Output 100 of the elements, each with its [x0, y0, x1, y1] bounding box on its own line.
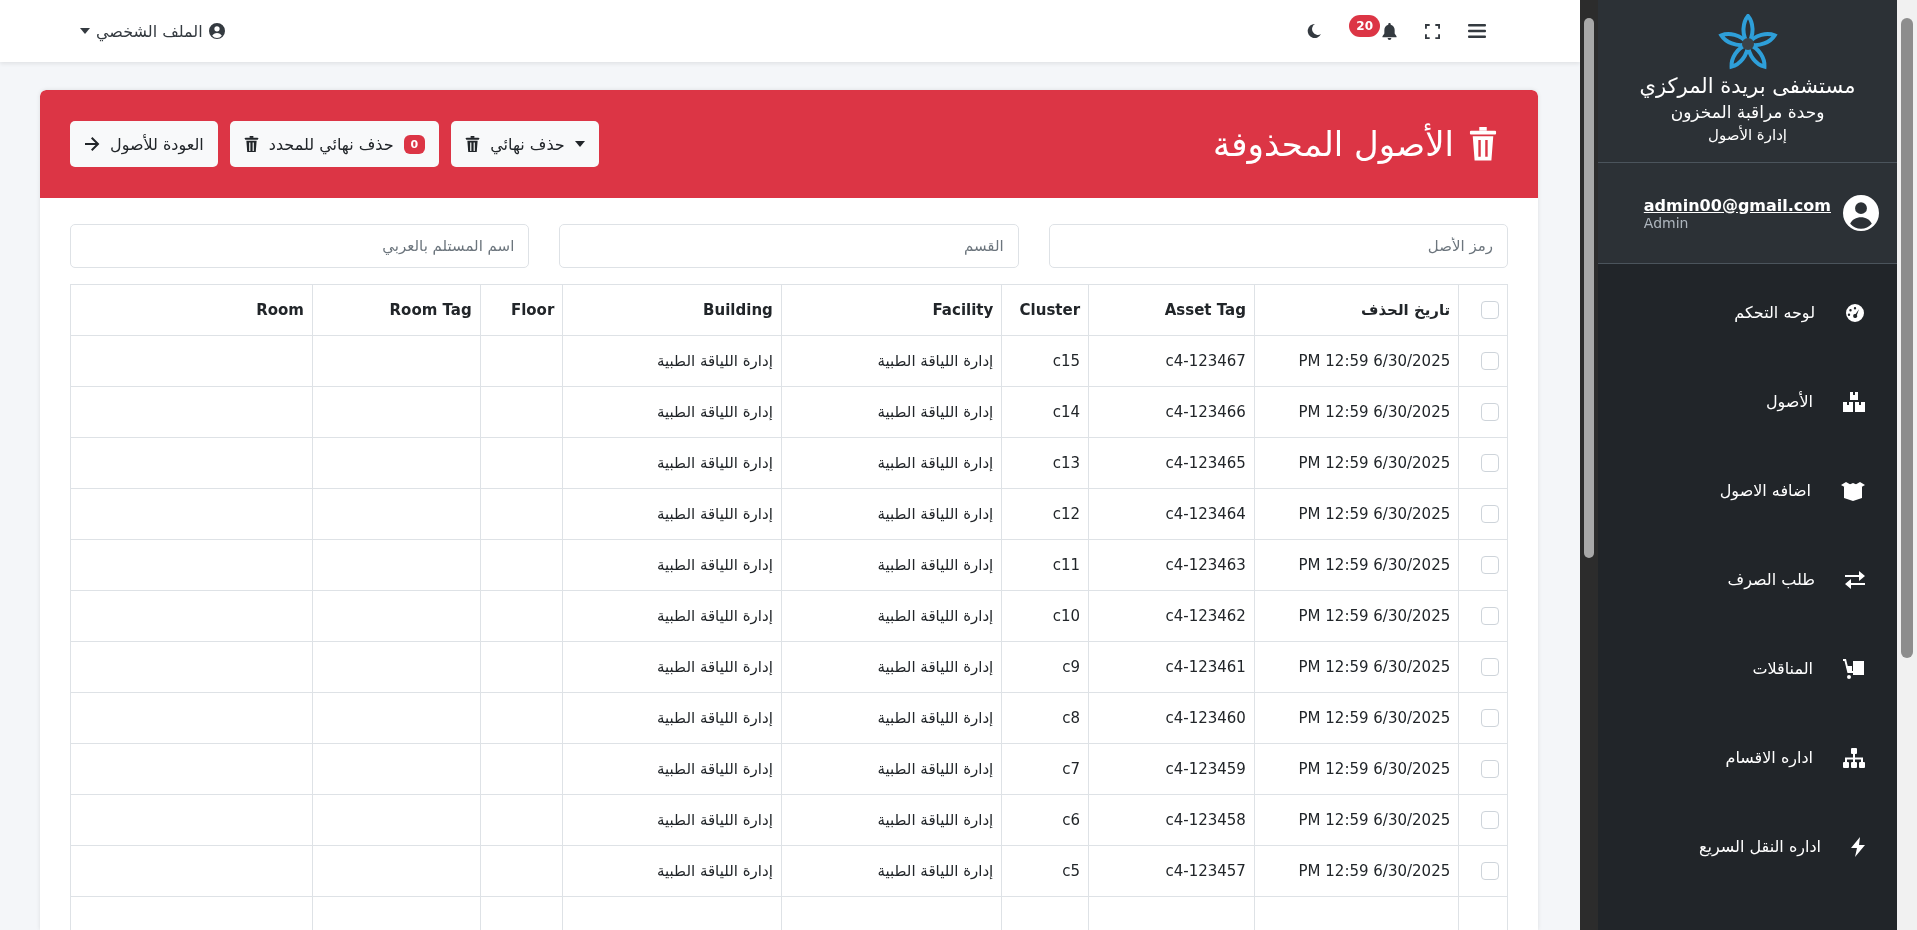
table-cell: إدارة اللياقة الطبية: [657, 556, 773, 574]
sitemap-icon: [1843, 747, 1865, 768]
table-cell: إدارة اللياقة الطبية: [657, 607, 773, 625]
table-cell: c6: [1062, 811, 1081, 829]
table-cell: 6/30/2025 12:59 PM: [1298, 862, 1451, 880]
table-cell: إدارة اللياقة الطبية: [657, 658, 773, 676]
page-title: الأصول المحذوفة: [1213, 124, 1454, 164]
table-cell: إدارة اللياقة الطبية: [877, 352, 994, 370]
checkbox[interactable]: [1481, 658, 1499, 677]
table-cell: c7: [1062, 760, 1081, 778]
table-cell: 6/30/2025 12:59 PM: [1298, 505, 1451, 523]
table-cell: إدارة اللياقة الطبية: [657, 403, 773, 421]
notification-badge: 20: [1349, 15, 1380, 37]
checkbox[interactable]: [1481, 607, 1499, 626]
table-cell: إدارة اللياقة الطبية: [877, 658, 994, 676]
table-cell: c4-123465: [1165, 454, 1246, 472]
menu-icon: [1468, 24, 1486, 38]
column-header: Building: [562, 284, 782, 336]
hospital-name: مستشفى بريدة المركزي: [1639, 74, 1856, 98]
table-cell: إدارة اللياقة الطبية: [877, 556, 994, 574]
filter-field[interactable]: اسم المستلم بالعربي: [70, 224, 530, 268]
checkbox[interactable]: [1481, 403, 1499, 422]
table-cell: إدارة اللياقة الطبية: [657, 709, 773, 727]
table-cell: c4-123458: [1165, 811, 1246, 829]
filter-field[interactable]: رمز الأصل: [1048, 224, 1508, 268]
sidebar-item[interactable]: الأصول: [1598, 357, 1897, 446]
table-cell: c4-123462: [1165, 607, 1246, 625]
caret-icon: [80, 28, 90, 34]
filter-field[interactable]: القسم: [559, 224, 1019, 268]
table-cell: c4-123457: [1165, 862, 1246, 880]
table-cell: c4-123460: [1165, 709, 1246, 727]
checkbox[interactable]: [1481, 709, 1499, 728]
scrollbar-thumb[interactable]: [1584, 18, 1594, 558]
checkbox[interactable]: [1481, 505, 1499, 524]
table-cell: 6/30/2025 12:59 PM: [1298, 454, 1451, 472]
table-cell: 6/30/2025 12:59 PM: [1298, 556, 1451, 574]
table-cell: إدارة اللياقة الطبية: [657, 454, 773, 472]
gauge-icon: [1845, 302, 1865, 323]
checkbox[interactable]: [1481, 811, 1499, 830]
fullscreen-icon: [1425, 23, 1440, 39]
table-cell: c4-123467: [1165, 352, 1246, 370]
unit-name: وحدة مراقبة المخزون: [1670, 102, 1825, 122]
bell-icon: [1382, 22, 1397, 40]
sidebar-item[interactable]: اداره النقل السريع: [1598, 802, 1897, 891]
table-cell: إدارة اللياقة الطبية: [657, 811, 773, 829]
moon-icon: [1307, 24, 1322, 38]
sidebar-item[interactable]: لوحه التحكم: [1598, 268, 1897, 357]
column-header: Floor: [480, 284, 563, 336]
checkbox[interactable]: [1481, 862, 1499, 881]
checkbox[interactable]: [1481, 301, 1499, 320]
column-header: Cluster: [1001, 284, 1089, 336]
lightning-bolt-icon: [1851, 836, 1865, 857]
table-cell: 6/30/2025 12:59 PM: [1298, 760, 1451, 778]
hand-truck-icon: [1843, 658, 1865, 679]
user-email-link[interactable]: admin00@gmail.com: [1643, 195, 1831, 215]
sidebar-item[interactable]: المناقلات: [1598, 624, 1897, 713]
table-cell: إدارة اللياقة الطبية: [877, 760, 994, 778]
system-name: إدارة الأصول: [1708, 126, 1787, 144]
column-header: Facility: [781, 284, 1002, 336]
table-cell: 6/30/2025 12:59 PM: [1298, 607, 1451, 625]
table-cell: إدارة اللياقة الطبية: [657, 352, 773, 370]
table-cell: 6/30/2025 12:59 PM: [1298, 403, 1451, 421]
sidebar-item[interactable]: اضافه الاصول: [1598, 446, 1897, 535]
table-cell: c8: [1062, 709, 1081, 727]
checkbox[interactable]: [1481, 760, 1499, 779]
table-cell: c4-123464: [1165, 505, 1246, 523]
profile-menu[interactable]: الملف الشخصي: [80, 21, 225, 41]
table-cell: 6/30/2025 12:59 PM: [1298, 709, 1451, 727]
table-cell: إدارة اللياقة الطبية: [657, 505, 773, 523]
column-header: Room Tag: [312, 284, 481, 336]
table-cell: c5: [1062, 862, 1081, 880]
table-cell: c4-123463: [1165, 556, 1246, 574]
table-cell: c10: [1052, 607, 1081, 625]
trash-icon: [243, 135, 259, 153]
checkbox[interactable]: [1481, 352, 1499, 371]
scrollbar-thumb[interactable]: [1901, 18, 1913, 658]
trash-icon: [465, 135, 481, 153]
checkbox[interactable]: [1481, 556, 1499, 575]
table-cell: إدارة اللياقة الطبية: [877, 505, 994, 523]
table-cell: c4-123459: [1165, 760, 1246, 778]
table-cell: c15: [1052, 352, 1081, 370]
table-cell: إدارة اللياقة الطبية: [877, 454, 994, 472]
exchange-arrows-icon: [1845, 570, 1865, 589]
table-cell: c4-123461: [1165, 658, 1246, 676]
sidebar-item[interactable]: اداره الاقسام: [1598, 713, 1897, 802]
sidebar-item[interactable]: طلب الصرف: [1598, 535, 1897, 624]
trash-icon: [1468, 127, 1498, 161]
table-cell: c12: [1052, 505, 1081, 523]
back-button[interactable]: العودة للأصول: [70, 121, 218, 167]
column-header: Asset Tag: [1088, 284, 1255, 336]
table-cell: إدارة اللياقة الطبية: [877, 403, 994, 421]
arrow-right-icon: [84, 137, 100, 151]
table-cell: إدارة اللياقة الطبية: [877, 862, 994, 880]
table-cell: إدارة اللياقة الطبية: [877, 709, 994, 727]
checkbox[interactable]: [1481, 454, 1499, 473]
table-cell: 6/30/2025 12:59 PM: [1298, 352, 1451, 370]
delete-dropdown-button[interactable]: حذف نهائي: [451, 121, 599, 167]
table-cell: إدارة اللياقة الطبية: [657, 862, 773, 880]
table-cell: c14: [1052, 403, 1081, 421]
table-cell: إدارة اللياقة الطبية: [877, 607, 994, 625]
